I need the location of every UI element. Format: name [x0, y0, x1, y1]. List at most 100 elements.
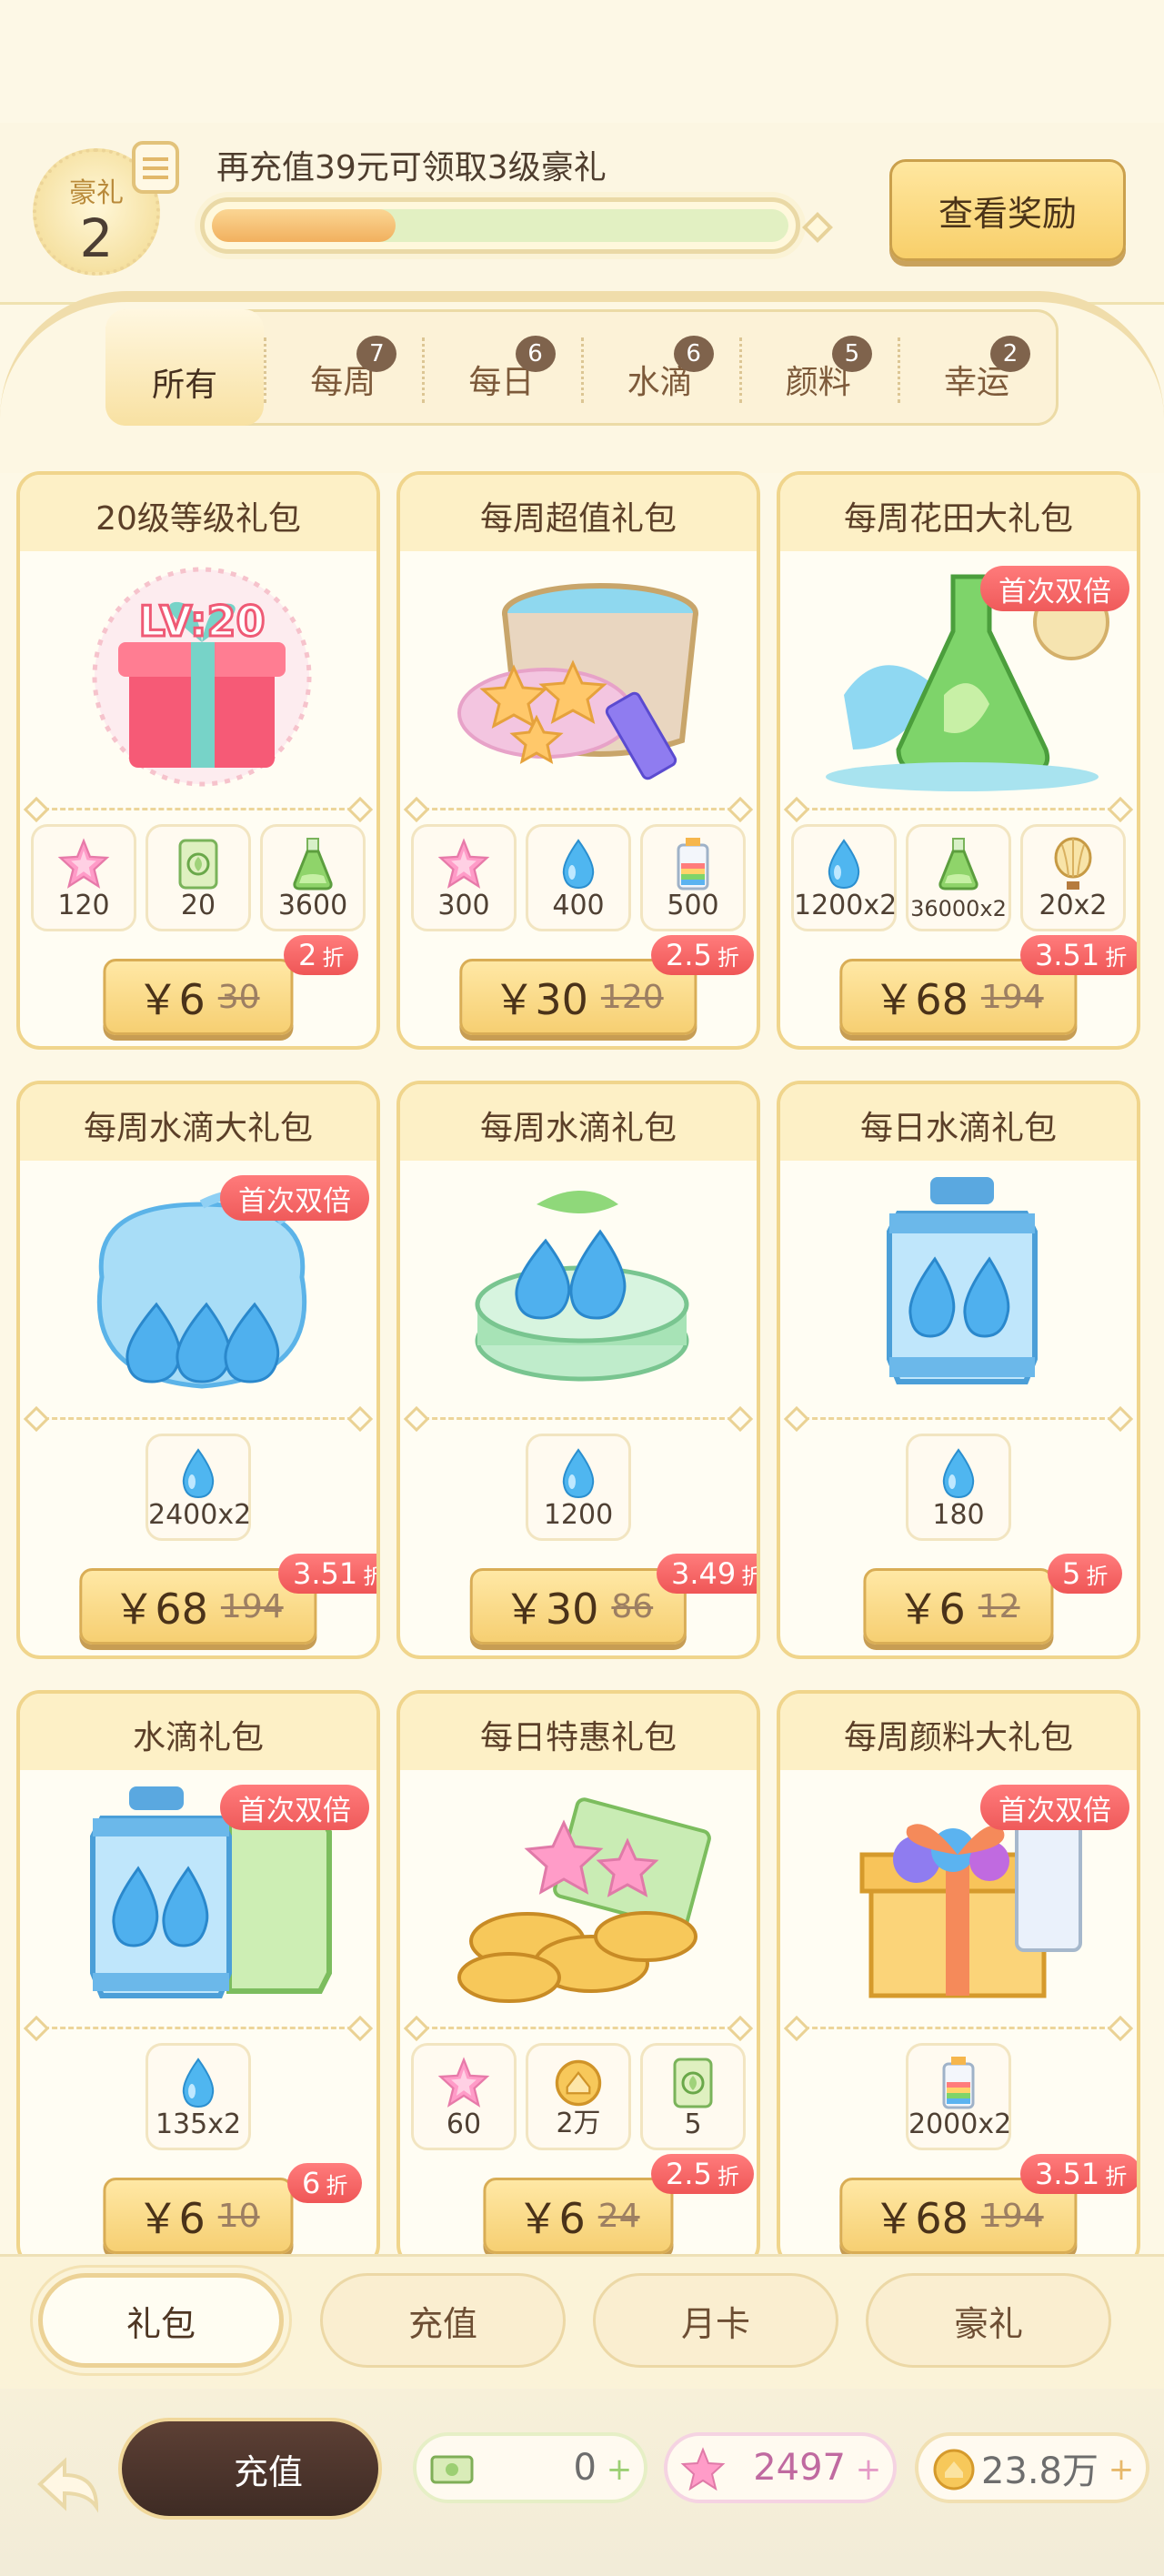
buy-button[interactable]: ￥6 24 — [483, 2178, 674, 2254]
coin-balance[interactable]: 23.8万 + — [915, 2432, 1149, 2503]
tab-daily[interactable]: 每日 6 — [422, 312, 580, 423]
reward-quantity: 1200 — [543, 1499, 614, 1531]
tab-all[interactable]: 所有 — [105, 309, 265, 426]
gift-pack-card[interactable]: 每日特惠礼包 60 2万 5 ￥6 24 2.5 折 — [396, 1690, 760, 2254]
reward-item[interactable]: 36000x2 — [906, 824, 1011, 931]
reward-item[interactable]: 1200x2 — [791, 824, 897, 931]
original-price: 120 — [600, 978, 664, 1016]
discount-badge: 5折 — [1048, 1554, 1123, 1594]
divider — [788, 2027, 1129, 2029]
price: ￥68 — [113, 1585, 208, 1634]
reward-item[interactable]: 3600 — [260, 824, 366, 931]
reward-item[interactable]: 60 — [411, 2043, 517, 2150]
pack-title: 每日特惠礼包 — [400, 1694, 757, 1770]
reward-item[interactable]: 120 — [31, 824, 136, 931]
nav-gift-packs[interactable]: 礼包 — [38, 2273, 284, 2368]
reward-item[interactable]: 300 — [411, 824, 517, 931]
water-drop-icon — [550, 1445, 607, 1502]
discount-badge: 2.5 折 — [651, 2154, 754, 2194]
pack-art-water-drop-lantern — [808, 1168, 1117, 1404]
gift-pack-card[interactable]: 20级等级礼包 LV:20 120 20 3600 ￥6 30 2 折 — [16, 471, 380, 1050]
reward-list: 2400x2 — [27, 1434, 369, 1541]
reward-item[interactable]: 400 — [526, 824, 631, 931]
reward-item[interactable]: 20 — [146, 824, 251, 931]
back-arrow-icon[interactable] — [33, 2443, 124, 2525]
gift-pack-card[interactable]: 每周水滴礼包1200￥30863.49折 — [396, 1081, 760, 1659]
pack-title: 每周颜料大礼包 — [780, 1694, 1137, 1770]
divider — [788, 1417, 1129, 1420]
view-rewards-button[interactable]: 查看奖励 — [889, 159, 1126, 261]
cash-value: 0 — [573, 2447, 597, 2489]
calendar-icon[interactable] — [132, 141, 179, 194]
reward-list: 60 2万 5 — [407, 2043, 749, 2150]
discount-unit: 折 — [326, 2172, 348, 2199]
reward-quantity: 60 — [446, 2108, 482, 2140]
pack-title: 水滴礼包 — [20, 1694, 376, 1770]
star-balance[interactable]: 2497 + — [664, 2432, 897, 2503]
reward-list: 1200 — [407, 1434, 749, 1541]
reward-item[interactable]: 2000x2 — [906, 2043, 1011, 2150]
reward-quantity: 300 — [437, 890, 490, 921]
progress-end-diamond-icon — [802, 212, 833, 243]
pack-art-coin-pile — [427, 1777, 737, 2014]
pack-art-level-20-gift: LV:20 — [47, 558, 356, 795]
vip-progress-fill — [212, 209, 396, 242]
bottom-nav: 礼包 充值 月卡 豪礼 — [0, 2254, 1164, 2389]
add-cash-icon[interactable]: + — [606, 2454, 633, 2485]
buy-button[interactable]: ￥6 10 — [103, 2178, 294, 2254]
discount-badge: 6折 — [287, 2163, 363, 2203]
buy-button[interactable]: ￥6 12 — [863, 1568, 1054, 1645]
discount-unit: 折 — [1105, 2163, 1128, 2189]
reward-quantity: 20x2 — [1039, 890, 1108, 921]
pack-title: 每日水滴礼包 — [780, 1084, 1137, 1161]
discount-value: 5 — [1062, 1556, 1081, 1591]
pack-title: 每周超值礼包 — [400, 475, 757, 551]
card-icon — [665, 2055, 721, 2111]
reward-item[interactable]: 2400x2 — [146, 1434, 251, 1541]
original-price: 194 — [220, 1587, 284, 1625]
water-drop-icon — [816, 836, 872, 892]
reward-quantity: 5 — [684, 2108, 702, 2140]
tab-lucky[interactable]: 幸运 2 — [897, 312, 1056, 423]
nav-monthly-card[interactable]: 月卡 — [593, 2273, 838, 2368]
buy-button[interactable]: ￥6 30 — [103, 959, 294, 1035]
recharge-button[interactable]: 充值 — [118, 2418, 382, 2520]
reward-item[interactable]: 180 — [906, 1434, 1011, 1541]
buy-button[interactable]: ￥30 86 — [469, 1568, 687, 1645]
cash-balance[interactable]: 0 + — [413, 2432, 647, 2503]
gift-pack-card[interactable]: 每周花田大礼包 首次双倍 1200x2 36000x2 20x2 ￥68 194 3.51 折 — [777, 471, 1140, 1050]
gift-pack-card[interactable]: 每周水滴大礼包首次双倍2400x2￥681943.51折 — [16, 1081, 380, 1659]
divider — [27, 2027, 369, 2029]
reward-quantity: 135x2 — [155, 2108, 242, 2140]
price: ￥68 — [873, 2194, 968, 2243]
reward-item[interactable]: 5 — [640, 2043, 746, 2150]
gift-pack-card[interactable]: 水滴礼包 首次双倍 135x2 ￥6 10 6 折 — [16, 1690, 380, 2254]
reward-list: 180 — [788, 1434, 1129, 1541]
vip-level-number: 2 — [79, 207, 114, 269]
nav-recharge[interactable]: 充值 — [320, 2273, 566, 2368]
reward-quantity: 2万 — [556, 2108, 601, 2139]
nav-vip-gifts[interactable]: 豪礼 — [866, 2273, 1111, 2368]
reward-item[interactable]: 20x2 — [1020, 824, 1126, 931]
divider — [407, 1417, 749, 1420]
tab-count-badge: 2 — [990, 336, 1031, 372]
gift-pack-card[interactable]: 每周超值礼包 300 400 500 ￥30 120 2.5 折 — [396, 471, 760, 1050]
divider — [407, 808, 749, 810]
reward-item[interactable]: 500 — [640, 824, 746, 931]
reward-list: 2000x2 — [788, 2043, 1129, 2150]
star-icon — [436, 2055, 492, 2111]
reward-item[interactable]: 135x2 — [146, 2043, 251, 2150]
tab-weekly[interactable]: 每周 7 — [264, 312, 422, 423]
pack-title: 每周花田大礼包 — [780, 475, 1137, 551]
original-price: 86 — [611, 1587, 654, 1625]
reward-item[interactable]: 2万 — [526, 2043, 631, 2150]
gift-pack-card[interactable]: 每周颜料大礼包 首次双倍 2000x2 ￥68 194 3.51 折 — [777, 1690, 1140, 2254]
add-coin-icon[interactable]: + — [1108, 2454, 1135, 2485]
add-star-icon[interactable]: + — [855, 2454, 882, 2485]
vip-progress-bar — [200, 197, 833, 254]
star-icon — [55, 836, 112, 892]
reward-item[interactable]: 1200 — [526, 1434, 631, 1541]
gift-pack-card[interactable]: 每日水滴礼包 180 ￥6 12 5 折 — [777, 1081, 1140, 1659]
tab-water[interactable]: 水滴 6 — [580, 312, 739, 423]
tab-paint[interactable]: 颜料 5 — [738, 312, 898, 423]
